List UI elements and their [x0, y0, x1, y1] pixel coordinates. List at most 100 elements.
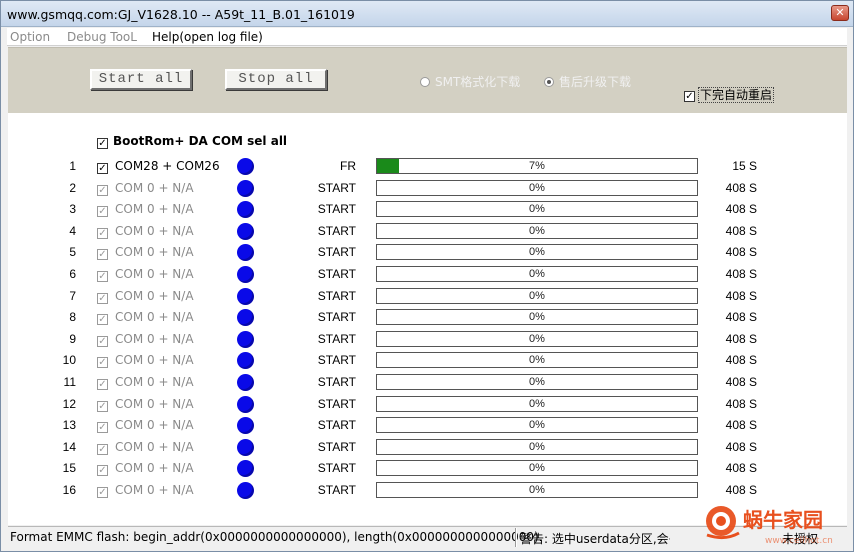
row-checkbox[interactable]: ✓ [97, 182, 108, 196]
port-row: 10 ✓ COM 0 + N/A START 0% 408 S [8, 350, 847, 370]
status-led-icon [237, 438, 254, 456]
row-index: 6 [69, 267, 76, 281]
status-led-icon [237, 287, 254, 305]
row-status: START [317, 202, 356, 217]
watermark-logo: 蜗牛家园 www.cellhot.cn [706, 506, 833, 546]
status-led-icon [237, 417, 254, 435]
row-index: 15 [62, 461, 76, 476]
row-checkbox[interactable]: ✓ [97, 484, 108, 498]
row-index: 13 [62, 418, 76, 433]
row-checkbox[interactable]: ✓ [97, 354, 108, 369]
port-row: 13 ✓ COM 0 + N/A START 0% 408 S [8, 415, 847, 435]
auto-restart-checkbox[interactable]: ✓ 下完自动重启 [684, 86, 775, 103]
row-checkbox[interactable]: ✓ [97, 290, 108, 304]
row-checkbox[interactable]: ✓ [97, 398, 108, 412]
progress-bar: 0% [376, 287, 698, 304]
row-checkmark: ✓ [97, 379, 108, 390]
row-index: 11 [63, 375, 76, 389]
menu-option[interactable]: Option [10, 30, 50, 44]
row-checkbox[interactable]: ✓ [97, 268, 108, 282]
progress-bar: 7% [376, 158, 698, 174]
close-button[interactable]: ✕ [831, 5, 849, 21]
title-bar[interactable]: www.gsmqq.com:GJ_V1628.10 -- A59t_11_B.0… [1, 1, 853, 27]
port-row: 9 ✓ COM 0 + N/A START 0% 408 S [8, 329, 847, 349]
port-row: 7 ✓ COM 0 + N/A START 0% 408 S [8, 286, 847, 306]
status-led-icon [237, 179, 254, 197]
row-elapsed-time: 408 S [725, 180, 757, 195]
row-checkbox[interactable]: ✓ [97, 419, 108, 434]
select-all-label: BootRom+ DA COM sel all [113, 134, 288, 148]
status-led-icon [237, 395, 254, 413]
radio-smt-download[interactable]: SMT格式化下载 [420, 73, 520, 89]
row-checkmark: ✓ [97, 314, 108, 326]
row-port-label: COM 0 + N/A [115, 375, 194, 389]
row-elapsed-time: 408 S [725, 353, 757, 368]
row-status: START [317, 353, 356, 368]
row-elapsed-time: 408 S [725, 267, 757, 281]
port-list-panel: ✓ BootRom+ DA COM sel all 1 ✓ COM28 + COM26… [8, 113, 847, 525]
radio-aftersale-download[interactable]: 售后升级下载 [544, 73, 631, 89]
progress-text: 0% [529, 354, 545, 367]
row-checkmark: ✓ [97, 227, 108, 239]
progress-text: 0% [529, 311, 545, 324]
progress-bar: 0% [376, 482, 698, 498]
row-checkmark: ✓ [97, 422, 108, 434]
row-checkmark: ✓ [97, 249, 108, 261]
select-all-checkbox[interactable]: ✓ BootRom+ DA COM sel all [97, 134, 287, 149]
row-elapsed-time: 408 S [725, 461, 757, 476]
progress-text: 0% [529, 246, 545, 259]
row-index: 8 [69, 310, 76, 325]
progress-text: 0% [529, 203, 545, 216]
progress-text: 0% [529, 419, 545, 432]
status-led-icon [237, 330, 254, 348]
menu-debug-tool[interactable]: Debug TooL [67, 30, 137, 44]
row-checkbox[interactable]: ✓ [97, 376, 108, 390]
row-checkmark: ✓ [97, 206, 108, 218]
row-checkbox[interactable]: ✓ [97, 333, 108, 347]
menu-help[interactable]: Help(open log file) [152, 30, 263, 44]
row-checkmark: ✓ [97, 465, 108, 477]
progress-bar: 0% [376, 395, 698, 412]
row-checkbox[interactable]: ✓ [97, 246, 108, 261]
row-port-label: COM 0 + N/A [115, 331, 194, 346]
row-checkmark: ✓ [97, 335, 108, 347]
progress-bar: 0% [376, 244, 698, 261]
progress-text: 0% [529, 181, 545, 194]
row-checkbox[interactable]: ✓ [97, 462, 108, 477]
row-port-label: COM 0 + N/A [115, 180, 194, 195]
row-elapsed-time: 408 S [725, 439, 757, 454]
row-port-label: COM 0 + N/A [115, 288, 194, 303]
progress-bar: 0% [376, 179, 698, 196]
auto-restart-label: 下完自动重启 [698, 87, 775, 103]
port-row: 2 ✓ COM 0 + N/A START 0% 408 S [8, 178, 847, 198]
row-elapsed-time: 408 S [725, 288, 757, 303]
row-elapsed-time: 408 S [725, 202, 757, 217]
watermark-url: www.cellhot.cn [765, 536, 833, 546]
row-checkbox[interactable]: ✓ [97, 441, 108, 455]
row-status: START [317, 418, 356, 433]
row-checkbox[interactable]: ✓ [97, 311, 108, 326]
row-elapsed-time: 408 S [725, 245, 757, 260]
progress-bar: 0% [376, 222, 698, 239]
progress-bar: 0% [376, 460, 698, 477]
watermark-brand: 蜗牛家园 [743, 508, 823, 532]
row-index: 14 [62, 439, 76, 454]
window-title: www.gsmqq.com:GJ_V1628.10 -- A59t_11_B.0… [7, 7, 355, 22]
row-checkbox[interactable]: ✓ [97, 225, 108, 239]
radio-smt-dot [420, 77, 430, 87]
row-checkbox[interactable]: ✓ [97, 160, 108, 174]
status-led-icon [237, 201, 254, 219]
select-all-checkmark: ✓ [97, 138, 108, 149]
snail-icon [706, 506, 740, 540]
row-port-label: COM 0 + N/A [115, 396, 194, 411]
row-index: 9 [69, 331, 76, 346]
row-port-label: COM 0 + N/A [115, 483, 194, 497]
row-checkmark: ✓ [97, 400, 108, 412]
row-elapsed-time: 408 S [725, 418, 757, 433]
progress-text: 0% [529, 397, 545, 410]
stop-all-button[interactable]: Stop all [225, 69, 327, 90]
start-all-button[interactable]: Start all [90, 69, 192, 90]
row-index: 12 [62, 396, 76, 411]
row-checkbox[interactable]: ✓ [97, 203, 108, 218]
row-index: 5 [69, 245, 76, 260]
